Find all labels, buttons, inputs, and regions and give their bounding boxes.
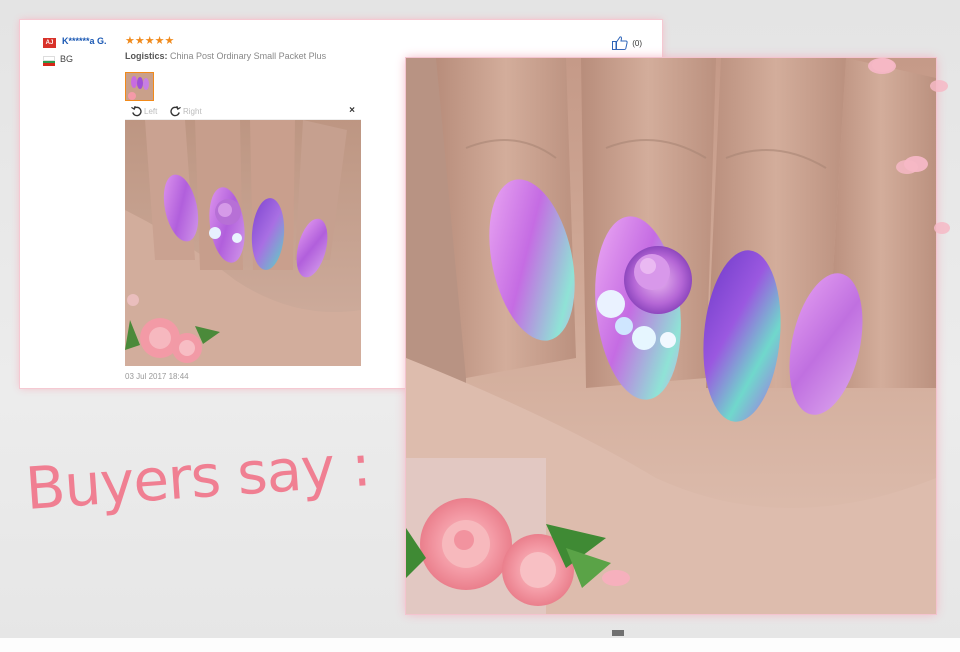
decorative-petal [896,160,918,174]
decorative-petal [930,80,948,92]
decorative-petal [612,630,624,636]
logistics-label: Logistics: [125,51,168,61]
reviewer-badge: AJ [43,38,56,48]
rotate-left-button[interactable]: Left [131,106,157,117]
bottom-band [0,638,960,652]
rating-stars: ★★★★★ [125,35,175,47]
decorative-petal [934,222,950,234]
rotate-left-label: Left [144,107,158,116]
logistics-value: China Post Ordinary Small Packet Plus [170,51,327,61]
photo-viewer: Left Right × [125,105,361,366]
rotate-left-icon [131,106,142,117]
review-photo-thumbnail[interactable] [125,72,154,101]
rotate-right-button[interactable]: Right [170,106,202,117]
rotate-right-label: Right [183,107,202,116]
rotate-right-icon [170,106,181,117]
logistics-info: Logistics: China Post Ordinary Small Pac… [125,51,326,61]
reviewer-name[interactable]: K******a G. [62,36,107,46]
review-date: 03 Jul 2017 18:44 [125,372,189,381]
large-product-photo [406,58,936,614]
thumbs-up-icon[interactable] [612,36,628,50]
review-photo [125,120,361,366]
helpful-vote[interactable]: (0) [612,36,642,50]
close-icon[interactable]: × [349,105,355,116]
reviewer-country: BG [60,54,74,64]
viewer-toolbar: Left Right × [125,105,361,120]
helpful-count: (0) [632,38,642,48]
bulgaria-flag-icon [43,56,55,66]
decorative-petal [872,58,894,72]
